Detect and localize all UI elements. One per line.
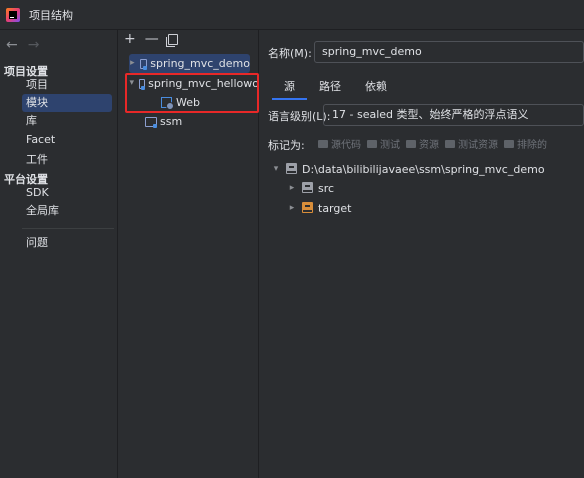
nav-item-sdk[interactable]: SDK [22, 184, 112, 202]
module-row-ssm[interactable]: ssm [145, 112, 245, 131]
detail-tabs: 源 路径 依赖 [272, 76, 399, 100]
folder-icon [445, 139, 455, 148]
nav-item-facets[interactable]: Facet [22, 131, 112, 149]
nav-divider [22, 228, 114, 229]
tab-sources[interactable]: 源 [272, 76, 307, 100]
nav-item-libraries[interactable]: 库 [22, 112, 112, 130]
folder-icon [286, 163, 297, 174]
highlight-annotation-box [125, 73, 259, 113]
nav-item-artifacts[interactable]: 工件 [22, 151, 112, 169]
language-level-label: 语言级别(L): [268, 110, 331, 123]
intellij-logo-icon [6, 7, 20, 22]
module-folder-icon [145, 116, 157, 128]
add-icon[interactable]: + [124, 31, 136, 47]
module-detail-panel: 名称(M): spring_mvc_demo 源 路径 依赖 语言级别(L): … [260, 30, 584, 478]
folder-icon [302, 182, 313, 193]
mark-resources-button[interactable]: 资源 [406, 136, 439, 151]
title-bar: 项目结构 [0, 0, 584, 30]
nav-item-global-libraries[interactable]: 全局库 [22, 202, 112, 220]
module-name-field[interactable]: spring_mvc_demo [314, 41, 584, 63]
nav-item-problems[interactable]: 问题 [22, 234, 112, 252]
folder-icon [504, 139, 514, 148]
folder-icon [318, 139, 328, 148]
chevron-right-icon[interactable]: ▸ [286, 199, 298, 218]
folder-icon [367, 139, 377, 148]
chevron-down-icon[interactable]: ▾ [270, 160, 282, 179]
mark-excluded-button[interactable]: 排除的 [504, 136, 547, 151]
module-row-spring-mvc-demo[interactable]: ▸ spring_mvc_demo [129, 54, 250, 73]
tab-dependencies[interactable]: 依赖 [353, 76, 399, 100]
tab-paths[interactable]: 路径 [307, 76, 353, 100]
module-folder-icon [139, 58, 148, 70]
copy-icon[interactable] [165, 34, 178, 47]
name-label: 名称(M): [268, 47, 312, 60]
folder-name: target [318, 202, 352, 215]
mark-test-resources-button[interactable]: 测试资源 [445, 136, 498, 151]
remove-icon[interactable]: — [145, 31, 159, 47]
nav-item-modules[interactable]: 模块 [22, 94, 112, 112]
chevron-right-icon[interactable]: ▸ [286, 179, 298, 198]
back-arrow-icon[interactable]: ← [6, 37, 18, 53]
mark-tests-button[interactable]: 测试 [367, 136, 400, 151]
mark-as-label: 标记为: [268, 139, 305, 152]
language-level-dropdown[interactable]: 17 - sealed 类型、始终严格的浮点语义 [323, 104, 584, 126]
mark-sources-button[interactable]: 源代码 [318, 136, 361, 151]
excluded-folder-icon [302, 202, 313, 213]
folder-icon [406, 139, 416, 148]
forward-arrow-icon[interactable]: → [28, 37, 40, 53]
module-name: ssm [160, 115, 183, 128]
module-name: spring_mvc_demo [150, 57, 250, 70]
chevron-right-icon[interactable]: ▸ [129, 54, 136, 73]
settings-nav: ← → 项目设置 项目 模块 库 Facet 工件 平台设置 SDK 全局库 问… [0, 30, 118, 478]
folder-name: src [318, 182, 335, 195]
mark-as-toolbar: 源代码 测试 资源 测试资源 排除的 [318, 136, 547, 151]
content-root-row[interactable]: ▾ D:\data\bilibilijavaee\ssm\spring_mvc_… [270, 160, 545, 179]
folder-row-target[interactable]: ▸ target [286, 199, 351, 218]
content-root-path: D:\data\bilibilijavaee\ssm\spring_mvc_de… [302, 163, 545, 176]
nav-item-project[interactable]: 项目 [22, 76, 112, 94]
window-title: 项目结构 [29, 8, 73, 22]
folder-row-src[interactable]: ▸ src [286, 179, 334, 198]
